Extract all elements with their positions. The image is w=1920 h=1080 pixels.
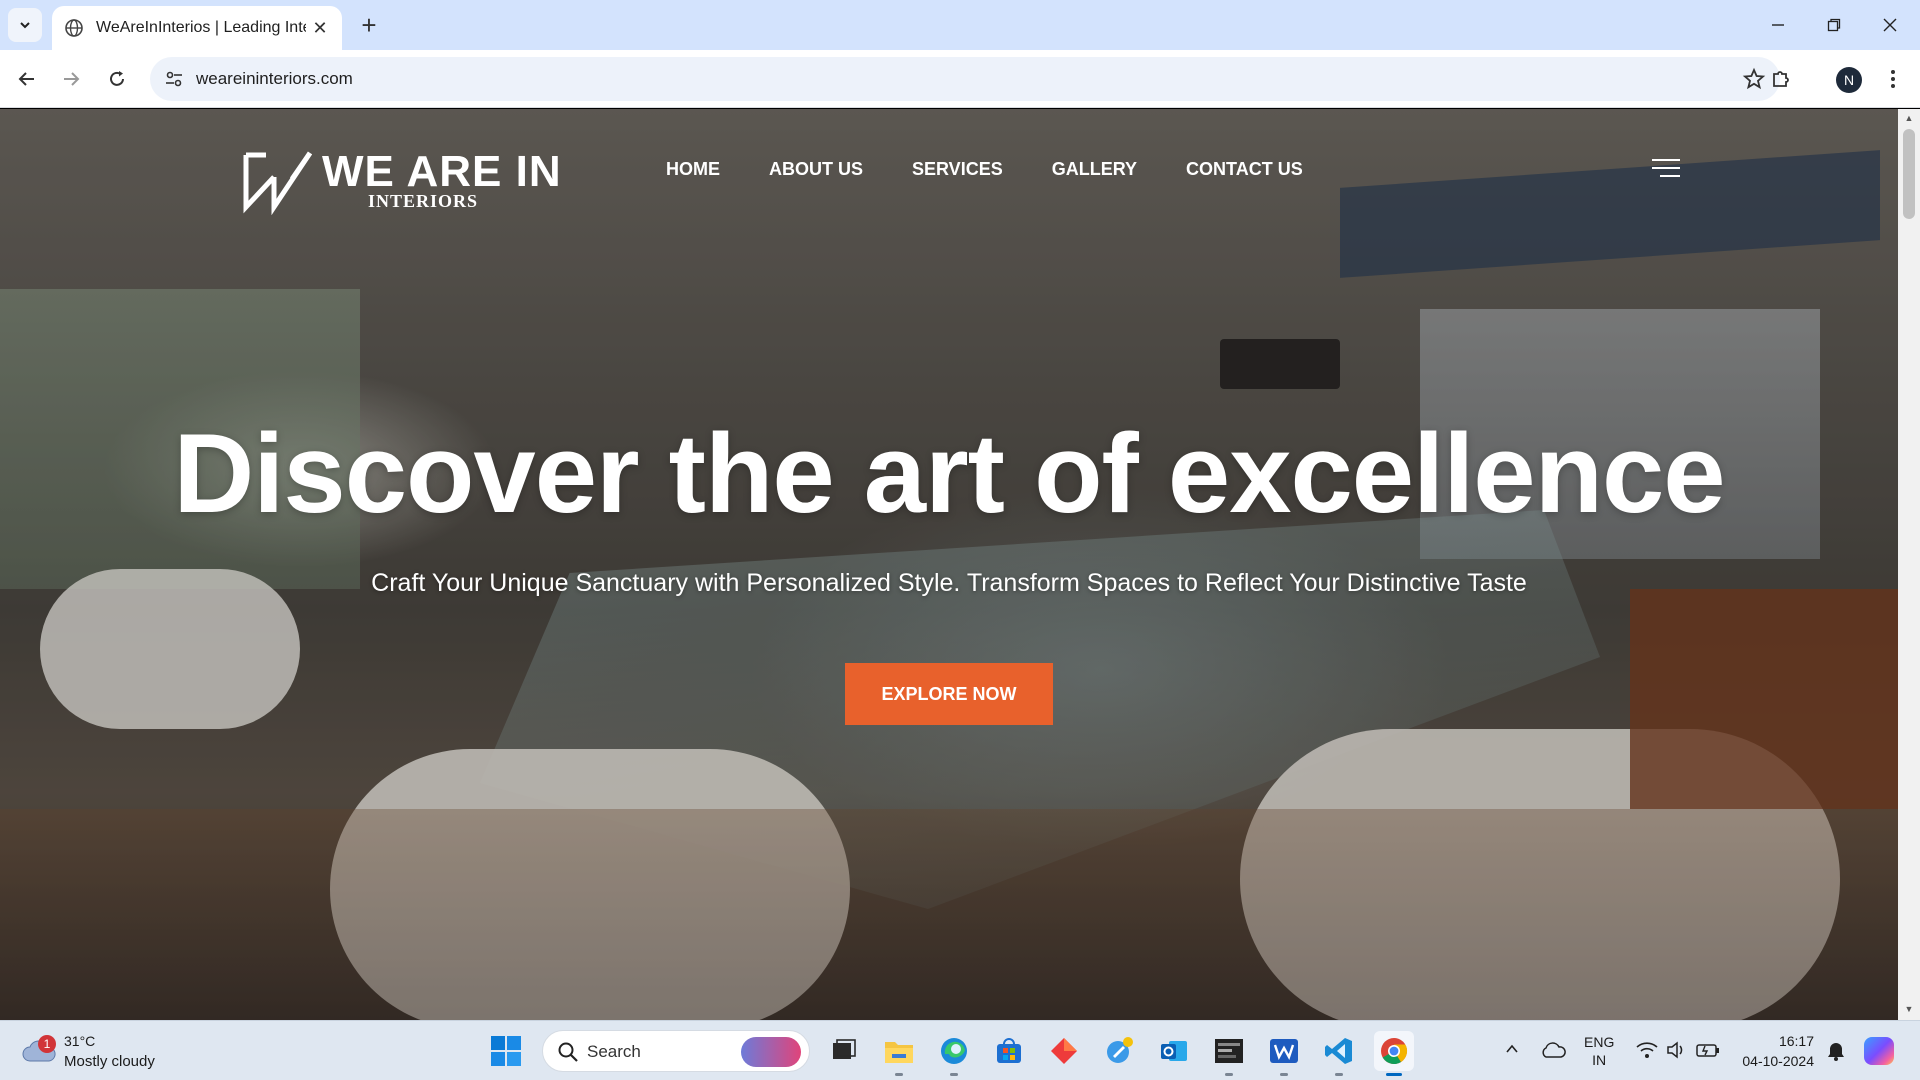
restore-button[interactable] xyxy=(1814,8,1854,42)
battery-icon[interactable] xyxy=(1696,1041,1720,1059)
nav-home[interactable]: HOME xyxy=(666,159,720,180)
puzzle-icon xyxy=(1773,71,1789,87)
vscode-app[interactable] xyxy=(1319,1031,1359,1076)
weather-temperature: 31°C xyxy=(64,1033,96,1049)
minimize-button[interactable] xyxy=(1758,8,1798,42)
nav-contact-us[interactable]: CONTACT US xyxy=(1186,159,1303,180)
logo-mark-icon xyxy=(243,151,313,215)
file-explorer-app[interactable] xyxy=(879,1031,919,1076)
logo-subtext: INTERIORS xyxy=(368,191,479,211)
word-icon xyxy=(1270,1039,1298,1063)
browser-menu-button[interactable] xyxy=(1876,62,1910,96)
scrollbar-thumb[interactable] xyxy=(1903,129,1915,219)
address-bar[interactable]: weareininteriors.com xyxy=(150,57,1780,101)
close-window-button[interactable] xyxy=(1870,8,1910,42)
close-icon xyxy=(1883,18,1897,32)
site-navigation: HOME ABOUT US SERVICES GALLERY CONTACT U… xyxy=(666,159,1352,180)
search-highlight-image xyxy=(741,1037,801,1067)
chrome-app[interactable] xyxy=(1374,1031,1414,1076)
chevron-up-icon[interactable] xyxy=(1504,1041,1520,1057)
diamond-icon xyxy=(1051,1038,1077,1064)
copilot-edit-icon xyxy=(1107,1037,1133,1063)
browser-toolbar: weareininteriors.com xyxy=(0,50,1920,108)
taskbar-search-box[interactable]: Search xyxy=(542,1030,810,1072)
reload-button[interactable] xyxy=(98,60,136,98)
weather-widget[interactable]: 1 31°C Mostly cloudy xyxy=(20,1029,180,1073)
more-vertical-icon xyxy=(1891,70,1895,88)
search-label: Search xyxy=(587,1042,641,1061)
new-tab-button[interactable]: + xyxy=(352,8,386,42)
hero-title: Discover the art of excellence xyxy=(173,411,1725,536)
edge-app[interactable] xyxy=(934,1031,974,1076)
outlook-icon xyxy=(1161,1041,1187,1061)
tab-title: WeAreInInterios | Leading Interior Desig… xyxy=(96,19,306,36)
bookmark-star-icon[interactable] xyxy=(1742,67,1766,91)
language-indicator[interactable]: ENG IN xyxy=(1584,1033,1614,1069)
vscode-icon xyxy=(1325,1038,1352,1064)
extensions-button[interactable] xyxy=(1764,62,1798,96)
url-text[interactable]: weareininteriors.com xyxy=(196,69,353,89)
system-clock[interactable]: 16:17 04-10-2024 xyxy=(1734,1031,1814,1071)
task-view-app[interactable] xyxy=(824,1031,864,1071)
task-view-icon xyxy=(833,1039,856,1059)
terminal-icon xyxy=(1215,1039,1243,1063)
reload-icon xyxy=(110,71,124,86)
search-icon xyxy=(558,1042,578,1062)
clock-date: 04-10-2024 xyxy=(1742,1053,1814,1069)
design-app[interactable] xyxy=(1044,1031,1084,1071)
terminal-app[interactable] xyxy=(1209,1031,1249,1076)
copilot-icon[interactable] xyxy=(1864,1037,1894,1065)
nav-about-us[interactable]: ABOUT US xyxy=(769,159,863,180)
arrow-left-icon xyxy=(18,72,34,86)
nav-services[interactable]: SERVICES xyxy=(912,159,1003,180)
windows-start-icon[interactable] xyxy=(490,1035,522,1067)
outlook-app[interactable] xyxy=(1154,1031,1194,1071)
site-logo[interactable]: WE ARE IN INTERIORS xyxy=(240,139,561,215)
volume-icon[interactable] xyxy=(1666,1041,1686,1059)
active-tab[interactable]: WeAreInInterios | Leading Interior Desig… xyxy=(52,6,342,50)
explore-now-button[interactable]: EXPLORE NOW xyxy=(845,663,1053,725)
browser-tab-bar: WeAreInInterios | Leading Interior Desig… xyxy=(0,0,1920,50)
language-code: ENG xyxy=(1584,1034,1615,1050)
forward-button[interactable] xyxy=(52,60,90,98)
chrome-icon xyxy=(1381,1038,1408,1065)
folder-icon xyxy=(885,1042,913,1063)
scroll-up-icon[interactable]: ▲ xyxy=(1903,113,1915,125)
nav-gallery[interactable]: GALLERY xyxy=(1052,159,1137,180)
logo-text: WE ARE IN xyxy=(322,147,562,196)
onedrive-icon[interactable] xyxy=(1540,1041,1566,1059)
profile-avatar[interactable]: N xyxy=(1836,67,1862,93)
weather-badge: 1 xyxy=(38,1035,56,1053)
hero-overlay xyxy=(0,109,1898,1020)
windows-taskbar: 1 31°C Mostly cloudy Search ENG IN 16:17… xyxy=(0,1020,1920,1080)
minimize-icon xyxy=(1772,24,1784,26)
page-scrollbar[interactable]: ▲ ▼ xyxy=(1898,109,1920,1020)
close-tab-icon[interactable]: ✕ xyxy=(310,18,330,38)
site-info-icon[interactable] xyxy=(164,69,184,89)
page-viewport: WE ARE IN INTERIORS HOME ABOUT US SERVIC… xyxy=(0,109,1898,1020)
edge-icon xyxy=(941,1038,967,1064)
back-button[interactable] xyxy=(8,60,46,98)
wifi-icon[interactable] xyxy=(1636,1041,1658,1059)
region-code: IN xyxy=(1592,1052,1607,1068)
word-app[interactable] xyxy=(1264,1031,1304,1076)
weather-condition: Mostly cloudy xyxy=(64,1053,155,1070)
microsoft-store-app[interactable] xyxy=(989,1031,1029,1071)
globe-icon xyxy=(65,19,83,37)
restore-icon xyxy=(1827,18,1841,32)
arrow-right-icon xyxy=(64,72,80,86)
scroll-down-icon[interactable]: ▼ xyxy=(1903,1004,1915,1016)
notification-bell-icon[interactable] xyxy=(1826,1041,1846,1061)
clock-time: 16:17 xyxy=(1778,1033,1814,1049)
hamburger-menu-icon[interactable] xyxy=(1652,157,1680,179)
store-icon xyxy=(997,1038,1021,1063)
copilot-app[interactable] xyxy=(1099,1031,1139,1071)
tab-search-button[interactable] xyxy=(8,8,42,42)
hero-subtitle: Craft Your Unique Sanctuary with Persona… xyxy=(371,569,1527,597)
chevron-down-icon xyxy=(20,22,30,29)
